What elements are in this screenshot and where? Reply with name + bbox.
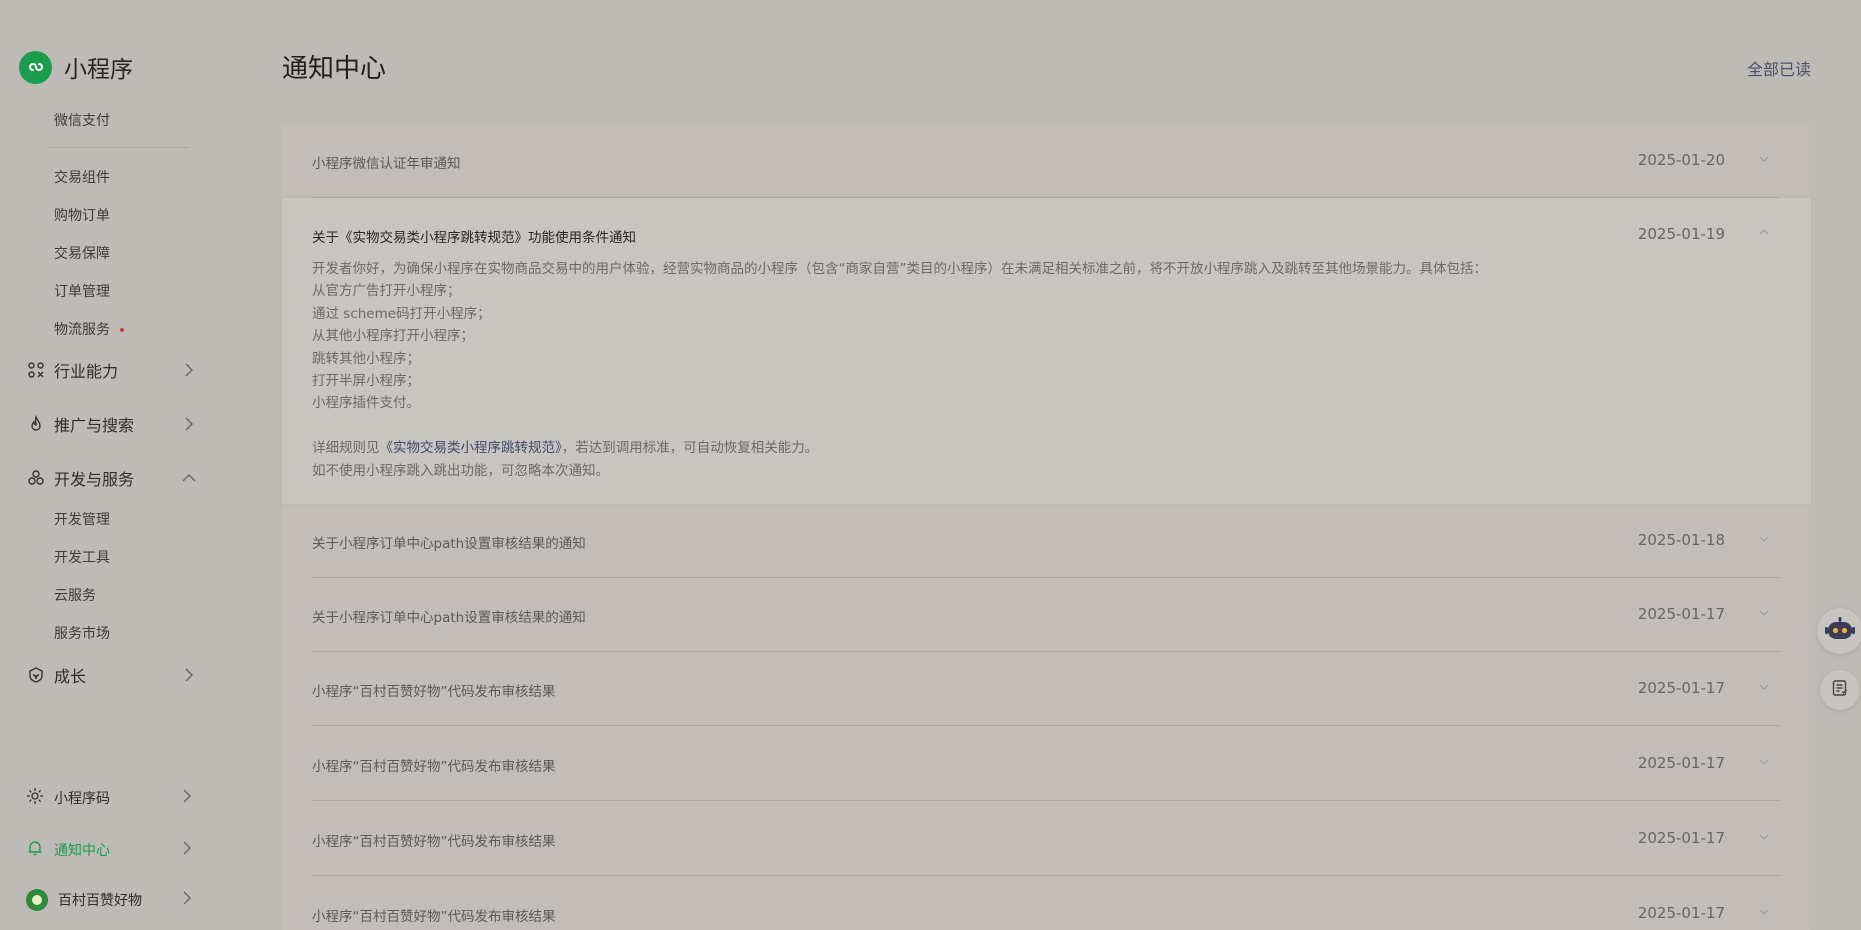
sidebar-bottom-label: 百村百赞好物 — [58, 893, 142, 909]
chevron-down-icon[interactable] — [1757, 606, 1771, 620]
robot-icon — [1825, 616, 1855, 646]
sidebar-item-trade-component[interactable]: 交易组件 — [54, 167, 110, 187]
notification-row[interactable]: 关于小程序订单中心path设置审核结果的通知 2025-01-17 — [312, 578, 1781, 652]
rule-link[interactable]: 《实物交易类小程序跳转规范》 — [380, 440, 562, 456]
sidebar-bottom-label: 通知中心 — [54, 843, 110, 859]
sidebar-group-dev[interactable]: 开发与服务 — [26, 466, 196, 490]
sidebar-group-promotion[interactable]: 推广与搜索 — [26, 412, 196, 436]
content-item: 从其他小程序打开小程序； — [312, 328, 474, 345]
content-ignore-note: 如不使用小程序跳入跳出功能，可忽略本次通知。 — [312, 462, 609, 479]
notification-title: 小程序“百村百赞好物”代码发布审核结果 — [312, 684, 556, 700]
chevron-down-icon[interactable] — [1757, 830, 1771, 844]
sidebar-item-qrcode[interactable]: 小程序码 — [26, 787, 192, 809]
content-intro: 开发者你好，为确保小程序在实物商品交易中的用户体验，经营实物商品的小程序（包含“… — [312, 261, 1487, 277]
brand[interactable]: 小程序 — [19, 50, 133, 84]
industry-icon — [26, 360, 46, 380]
bell-icon — [26, 839, 44, 861]
notification-row[interactable]: 小程序“百村百赞好物”代码发布审核结果 2025-01-17 — [312, 802, 1781, 876]
sidebar: 小程序 微信支付 交易组件 购物订单 交易保障 订单管理 物流服务 行业能力 推… — [0, 0, 210, 930]
flame-icon — [26, 414, 46, 434]
feedback-button[interactable] — [1820, 670, 1860, 710]
sidebar-item-notification-center[interactable]: 通知中心 — [26, 839, 192, 861]
sidebar-divider — [48, 147, 188, 148]
sidebar-group-label: 推广与搜索 — [54, 416, 135, 435]
sidebar-item-dev-tools[interactable]: 开发工具 — [54, 547, 110, 567]
sidebar-group-industry[interactable]: 行业能力 — [26, 358, 196, 382]
sidebar-item-shopping-orders[interactable]: 购物订单 — [54, 205, 110, 225]
notification-date: 2025-01-17 — [1637, 904, 1725, 922]
notification-title: 关于小程序订单中心path设置审核结果的通知 — [312, 610, 586, 626]
chevron-right-icon — [182, 891, 192, 909]
chevron-down-icon[interactable] — [1757, 905, 1771, 919]
rule-prefix: 详细规则见 — [312, 440, 380, 457]
notification-title: 关于小程序订单中心path设置审核结果的通知 — [312, 536, 586, 552]
chevron-right-icon — [182, 363, 196, 377]
chevron-down-icon[interactable] — [1757, 152, 1771, 166]
notification-date: 2025-01-17 — [1637, 605, 1725, 623]
sidebar-item-logistics[interactable]: 物流服务 — [54, 319, 124, 339]
content-rule-line: 详细规则见《实物交易类小程序跳转规范》，若达到调用标准，可自动恢复相关能力。 — [312, 437, 1742, 459]
qrcode-sun-icon — [26, 787, 44, 809]
sidebar-item-dev-management[interactable]: 开发管理 — [54, 509, 110, 529]
chevron-right-icon — [182, 668, 196, 682]
content-item: 小程序插件支付。 — [312, 395, 420, 412]
sidebar-item-account[interactable]: 百村百赞好物 — [26, 889, 192, 911]
sidebar-group-label: 行业能力 — [54, 362, 119, 381]
notification-date: 2025-01-18 — [1637, 531, 1725, 549]
notification-content: 开发者你好，为确保小程序在实物商品交易中的用户体验，经营实物商品的小程序（包含“… — [312, 258, 1742, 482]
notification-row-expanded[interactable]: 关于《实物交易类小程序跳转规范》功能使用条件通知 2025-01-19 开发者你… — [282, 198, 1811, 504]
sidebar-item-trade-guarantee[interactable]: 交易保障 — [54, 243, 110, 263]
sidebar-item-label: 物流服务 — [54, 322, 110, 338]
notification-row[interactable]: 小程序微信认证年审通知 2025-01-20 — [312, 124, 1781, 198]
mini-program-logo-icon — [19, 50, 52, 84]
notification-list: 小程序微信认证年审通知 2025-01-20 关于《实物交易类小程序跳转规范》功… — [282, 124, 1811, 930]
notification-date: 2025-01-17 — [1637, 754, 1725, 772]
chevron-up-icon — [182, 471, 196, 485]
content-item: 跳转其他小程序； — [312, 350, 420, 367]
notification-row[interactable]: 小程序“百村百赞好物”代码发布审核结果 2025-01-17 — [312, 877, 1781, 930]
notification-title: 小程序微信认证年审通知 — [312, 156, 461, 172]
dev-services-icon — [26, 468, 46, 488]
sidebar-bottom-label: 小程序码 — [54, 791, 110, 807]
notification-title: 小程序“百村百赞好物”代码发布审核结果 — [312, 834, 556, 850]
chevron-down-icon[interactable] — [1757, 532, 1771, 546]
notification-row[interactable]: 小程序“百村百赞好物”代码发布审核结果 2025-01-17 — [312, 727, 1781, 801]
sidebar-item-cloud-service[interactable]: 云服务 — [54, 585, 96, 605]
notification-date: 2025-01-20 — [1637, 151, 1725, 169]
sidebar-item-order-management[interactable]: 订单管理 — [54, 281, 110, 301]
notification-date: 2025-01-19 — [1637, 225, 1725, 243]
sidebar-item-service-market[interactable]: 服务市场 — [54, 623, 110, 643]
notification-date: 2025-01-17 — [1637, 679, 1725, 697]
ai-assistant-button[interactable] — [1817, 608, 1861, 654]
notification-title: 小程序“百村百赞好物”代码发布审核结果 — [312, 909, 556, 925]
chevron-right-icon — [182, 417, 196, 431]
new-dot-badge — [120, 328, 124, 332]
notification-title: 小程序“百村百赞好物”代码发布审核结果 — [312, 759, 556, 775]
content-item: 从官方广告打开小程序； — [312, 283, 461, 300]
sidebar-item-wechat-pay[interactable]: 微信支付 — [54, 110, 110, 130]
growth-leaf-icon — [26, 665, 46, 685]
sidebar-group-label: 开发与服务 — [54, 470, 135, 489]
document-edit-icon — [1831, 679, 1849, 701]
notification-row[interactable]: 小程序“百村百赞好物”代码发布审核结果 2025-01-17 — [312, 652, 1781, 726]
content-item: 打开半屏小程序； — [312, 373, 420, 390]
chevron-right-icon — [182, 789, 192, 807]
notification-date: 2025-01-17 — [1637, 829, 1725, 847]
notification-row[interactable]: 关于小程序订单中心path设置审核结果的通知 2025-01-18 — [312, 504, 1781, 578]
chevron-down-icon[interactable] — [1757, 680, 1771, 694]
chevron-down-icon[interactable] — [1757, 755, 1771, 769]
chevron-right-icon — [182, 841, 192, 859]
brand-name: 小程序 — [64, 57, 133, 83]
account-avatar — [26, 889, 48, 911]
page-title: 通知中心 — [282, 54, 387, 84]
notification-title: 关于《实物交易类小程序跳转规范》功能使用条件通知 — [312, 230, 636, 246]
sidebar-group-label: 成长 — [54, 667, 87, 686]
mark-all-read-button[interactable]: 全部已读 — [1747, 56, 1811, 80]
sidebar-group-growth[interactable]: 成长 — [26, 663, 196, 687]
content-item: 通过 scheme码打开小程序； — [312, 305, 491, 322]
rule-suffix: ，若达到调用标准，可自动恢复相关能力。 — [561, 440, 819, 457]
chevron-up-icon[interactable] — [1757, 225, 1771, 239]
